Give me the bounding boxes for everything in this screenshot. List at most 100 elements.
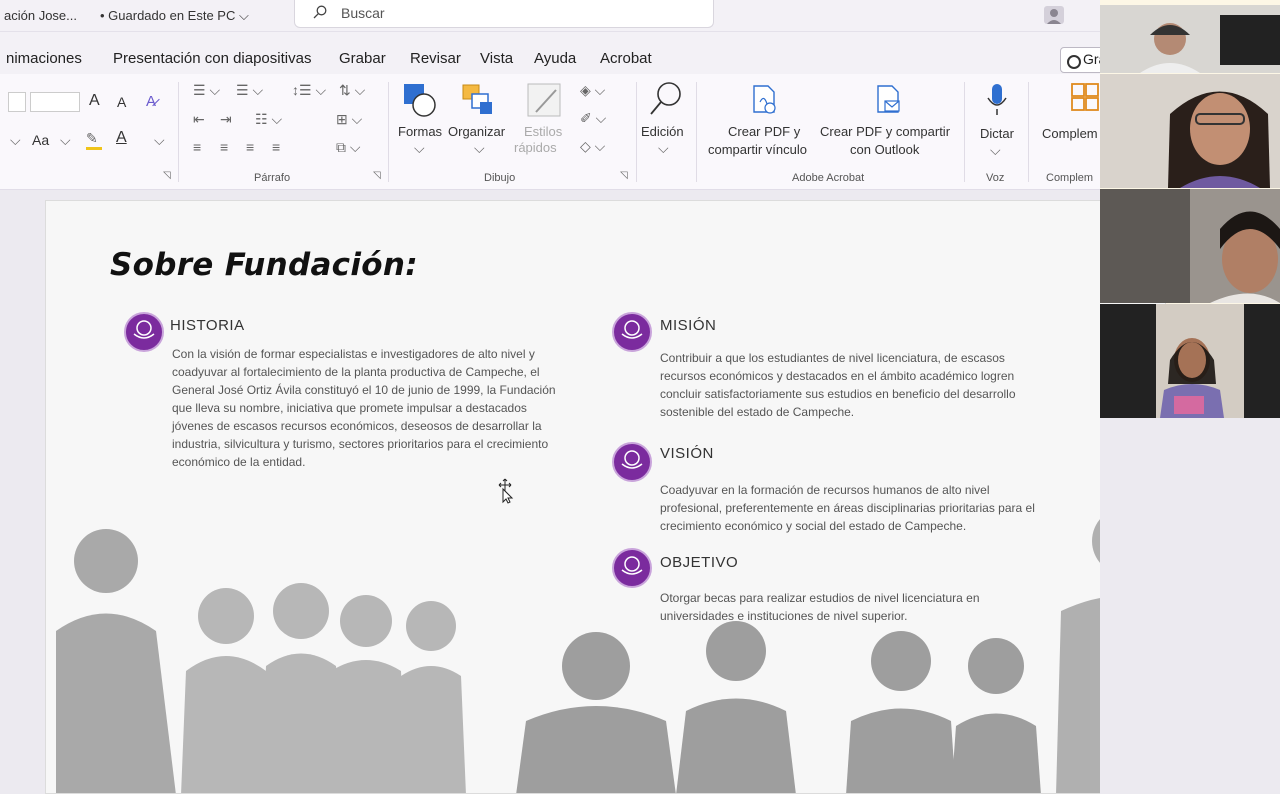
students-photo — [56, 507, 1165, 793]
historia-line: que lleva su nombre, iniciativa que prom… — [172, 401, 527, 415]
font-dialog-launcher-icon[interactable]: ◹ — [163, 170, 171, 181]
save-status[interactable]: • Guardado en Este PC ⌵ — [100, 8, 249, 24]
menu-slideshow[interactable]: Presentación con diapositivas — [113, 50, 311, 67]
paragraph-dialog-launcher-icon[interactable]: ◹ — [373, 170, 381, 181]
font-name-dropdown[interactable] — [8, 92, 26, 112]
quick-styles-label-1[interactable]: Estilos — [524, 124, 562, 139]
text-direction-icon[interactable]: ⇅ ⌵ — [339, 82, 365, 99]
font-size-dropdown[interactable] — [30, 92, 80, 112]
shapes-button[interactable]: Formas — [398, 124, 442, 139]
menu-animations[interactable]: nimaciones — [6, 50, 82, 67]
create-pdf-outlook-line-1[interactable]: Crear PDF y compartir — [820, 124, 950, 139]
quick-styles-icon[interactable] — [526, 82, 564, 120]
historia-title: HISTORIA — [170, 317, 245, 334]
quick-styles-label-2[interactable]: rápidos — [514, 140, 557, 155]
shape-effects-icon[interactable]: ◇ ⌵ — [580, 138, 605, 155]
create-pdf-outlook-line-2[interactable]: con Outlook — [850, 142, 919, 157]
app-window: ación Jose... • Guardado en Este PC ⌵ Bu… — [0, 0, 1280, 794]
align-right-icon[interactable]: ≡ — [246, 139, 254, 155]
mision-line: Contribuir a que los estudiantes de nive… — [660, 351, 1005, 365]
highlight-color-bar — [86, 147, 102, 150]
menu-view[interactable]: Vista — [480, 50, 513, 67]
columns-icon[interactable]: ☷ ⌵ — [255, 111, 282, 128]
pdf-outlook-icon[interactable] — [874, 84, 902, 116]
acrobat-group-label: Adobe Acrobat — [792, 172, 865, 184]
slide-heading: Sobre Fundación: — [110, 247, 418, 283]
mision-body: Contribuir a que los estudiantes de nive… — [660, 349, 1084, 421]
menu-review[interactable]: Revisar — [410, 50, 461, 67]
side-panel — [1100, 418, 1280, 794]
divider — [178, 82, 179, 182]
divider — [388, 82, 389, 182]
font-grow-button[interactable]: A — [89, 92, 100, 110]
document-title[interactable]: ación Jose... — [4, 8, 77, 23]
video-tile-1[interactable] — [1100, 5, 1280, 73]
numbering-icon[interactable]: ☰ ⌵ — [236, 82, 263, 99]
font-color-icon[interactable]: A — [116, 129, 127, 147]
chevron-down-icon[interactable]: ⌵ — [60, 132, 71, 149]
chevron-down-icon[interactable]: ⌵ — [414, 140, 425, 157]
menu-record[interactable]: Grabar — [339, 50, 386, 67]
paragraph-group-label: Párrafo — [254, 172, 291, 184]
historia-line: económico de la entidad. — [172, 455, 306, 469]
decrease-indent-icon[interactable]: ⇤ — [193, 111, 205, 128]
smartart-icon[interactable]: ⧉ ⌵ — [336, 139, 361, 156]
video-tile-4[interactable] — [1100, 304, 1280, 418]
mision-line: concluir satisfactoriamente sus estudios… — [660, 387, 1016, 401]
search-placeholder: Buscar — [341, 5, 385, 21]
account-icon[interactable] — [1043, 5, 1065, 25]
align-text-icon[interactable]: ⊞ ⌵ — [336, 111, 362, 128]
chevron-down-icon[interactable]: ⌵ — [658, 140, 669, 157]
align-left-icon[interactable]: ≡ — [193, 139, 201, 155]
chevron-down-icon[interactable]: ⌵ — [154, 132, 165, 149]
foundation-logo-icon — [124, 312, 164, 352]
search-icon — [313, 5, 327, 19]
addins-icon[interactable] — [1070, 82, 1100, 114]
bullets-icon[interactable]: ☰ ⌵ — [193, 82, 220, 99]
highlight-icon[interactable]: ✎ — [86, 130, 98, 147]
increase-indent-icon[interactable]: ⇥ — [220, 111, 232, 128]
shape-outline-icon[interactable]: ✐ ⌵ — [580, 110, 606, 127]
arrange-icon[interactable] — [460, 82, 496, 118]
chevron-down-icon[interactable]: ⌵ — [10, 132, 21, 149]
clear-format-icon[interactable]: A̷ — [146, 93, 156, 110]
chevron-down-icon[interactable]: ⌵ — [990, 142, 1001, 159]
shapes-icon[interactable] — [402, 82, 438, 118]
participant-video — [1100, 189, 1280, 303]
historia-line: General José Ortiz Ávila constituyó el 1… — [172, 383, 556, 397]
addins-button[interactable]: Complem — [1042, 126, 1098, 141]
editing-button[interactable]: Edición — [641, 124, 684, 139]
menu-help[interactable]: Ayuda — [534, 50, 576, 67]
create-pdf-link-line-1[interactable]: Crear PDF y — [728, 124, 800, 139]
dictate-button[interactable]: Dictar — [980, 126, 1014, 141]
menu-bar: nimaciones Presentación con diapositivas… — [0, 32, 1100, 74]
historia-line: jóvenes de escasos recursos económicos, … — [172, 419, 542, 433]
shape-fill-icon[interactable]: ◈ ⌵ — [580, 82, 605, 99]
vision-title: VISIÓN — [660, 445, 714, 462]
slide[interactable]: Sobre Fundación: HISTORIA Con la visión … — [45, 200, 1166, 794]
mision-line: sostenible del estado de Campeche. — [660, 405, 855, 419]
video-tile-3[interactable] — [1100, 189, 1280, 303]
divider — [964, 82, 965, 182]
ribbon: A A A̷ ⌵ Aa ⌵ ✎ A ⌵ ◹ ☰ ⌵ ☰ ⌵ ↕☰ ⌵ ⇅ ⌵ ⇤… — [0, 74, 1100, 190]
change-case-button[interactable]: Aa — [32, 132, 49, 148]
magnifier-icon[interactable] — [648, 80, 684, 118]
menu-acrobat[interactable]: Acrobat — [600, 50, 652, 67]
chevron-down-icon[interactable]: ⌵ — [474, 140, 485, 157]
line-spacing-icon[interactable]: ↕☰ ⌵ — [292, 82, 326, 99]
video-tile-2[interactable] — [1100, 74, 1280, 188]
microphone-icon[interactable] — [984, 82, 1010, 118]
create-pdf-link-line-2[interactable]: compartir vínculo — [708, 142, 807, 157]
drawing-dialog-launcher-icon[interactable]: ◹ — [620, 170, 628, 181]
historia-body: Con la visión de formar especialistas e … — [172, 345, 596, 471]
move-cursor-icon — [498, 478, 514, 504]
arrange-button[interactable]: Organizar — [448, 124, 505, 139]
mision-line: recursos económicos y destacados en el á… — [660, 369, 1015, 383]
pdf-link-icon[interactable] — [750, 84, 778, 116]
justify-icon[interactable]: ≡ — [272, 139, 280, 155]
search-box[interactable]: Buscar — [294, 0, 714, 28]
font-shrink-button[interactable]: A — [117, 94, 126, 110]
participant-video — [1100, 304, 1280, 418]
align-center-icon[interactable]: ≡ — [220, 139, 228, 155]
title-bar: ación Jose... • Guardado en Este PC ⌵ Bu… — [0, 0, 1100, 32]
